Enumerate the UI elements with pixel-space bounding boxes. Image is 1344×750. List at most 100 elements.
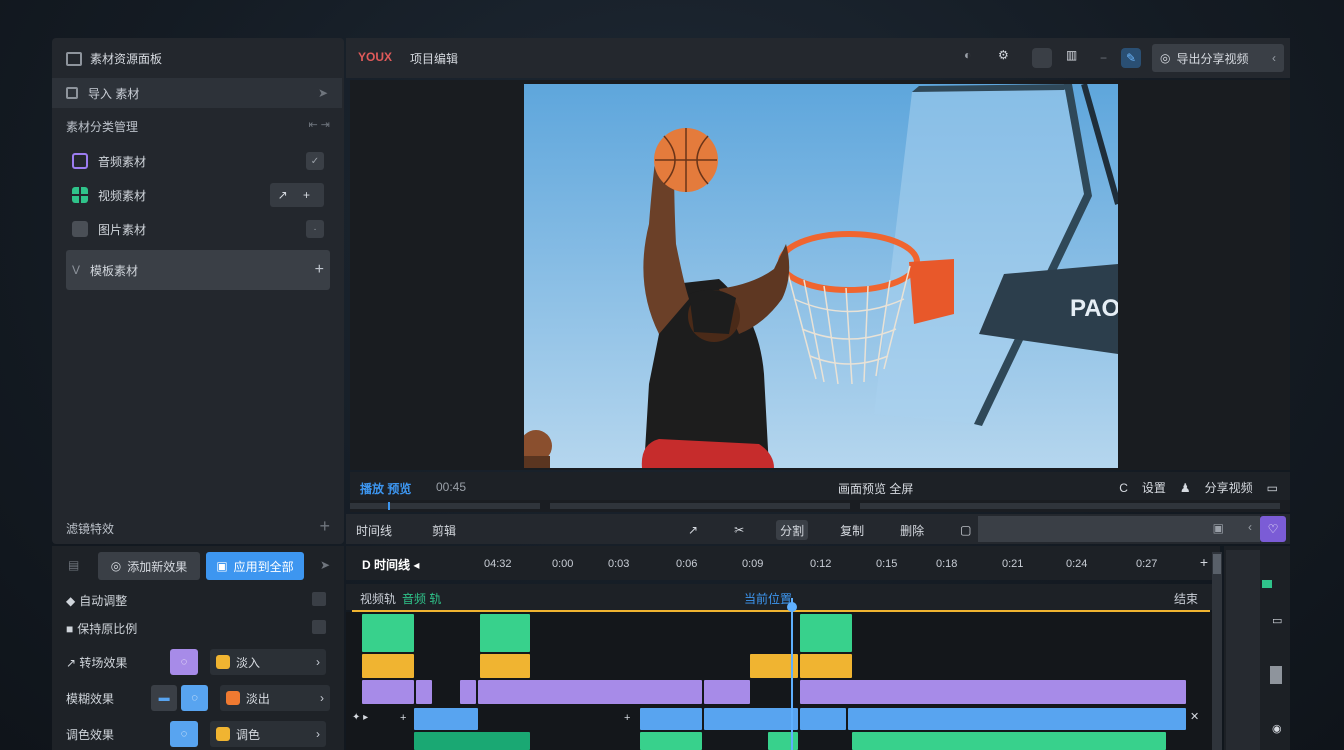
effect-name: 调色效果: [66, 727, 115, 742]
copy-tool[interactable]: 复制: [836, 520, 868, 540]
category-item-image[interactable]: 图片素材 ·: [66, 212, 330, 246]
audio-clip[interactable]: [848, 708, 1186, 730]
scrollbar-thumb[interactable]: [1213, 554, 1221, 574]
category-item-video[interactable]: 视频素材 ↗ +: [66, 178, 330, 212]
share-video-label[interactable]: 分享视频: [1205, 479, 1253, 496]
more-icon[interactable]: ·: [306, 220, 324, 238]
caption-icon[interactable]: ▭: [1267, 481, 1278, 495]
video-clip[interactable]: [480, 614, 530, 652]
image-icon[interactable]: ▣: [1213, 521, 1224, 535]
track-control[interactable]: ✦ ▸: [352, 712, 368, 723]
title-clip[interactable]: [480, 654, 530, 678]
effect-select[interactable]: 淡出 ›: [219, 685, 330, 711]
media-panel-title: 素材资源面板: [90, 52, 163, 66]
timeline-search[interactable]: ▣ ‹: [978, 516, 1260, 542]
video-clip[interactable]: [800, 614, 852, 652]
comment-icon[interactable]: ◐: [964, 48, 984, 68]
preview-image[interactable]: PAO: [524, 84, 1118, 468]
title-clip[interactable]: [800, 654, 852, 678]
audio-clip[interactable]: [640, 708, 702, 730]
plus-icon[interactable]: +: [315, 261, 324, 279]
timeline-scrollbar[interactable]: [1212, 552, 1222, 750]
preview-label[interactable]: 画面预览 全屏: [838, 480, 913, 497]
timeline-label[interactable]: 时间线: [356, 522, 392, 539]
music-clip[interactable]: [414, 732, 530, 750]
redo-tool[interactable]: ↗: [684, 520, 702, 540]
effect-clip[interactable]: [362, 680, 414, 704]
edit-add-buttons[interactable]: ↗ +: [269, 183, 324, 207]
category-item-audio[interactable]: 音频素材 ✓: [66, 144, 330, 178]
music-clip[interactable]: [768, 732, 798, 750]
option-ratio[interactable]: ■ 保持原比例: [66, 620, 137, 637]
chevron-icon: ‹: [1272, 51, 1276, 65]
effect-clip[interactable]: [416, 680, 432, 704]
effect-row-transition[interactable]: ↗ 转场效果 ◌ 淡入 ›: [66, 648, 330, 676]
arrow-icon[interactable]: ➤: [318, 86, 328, 100]
volume-slider[interactable]: [1270, 666, 1282, 684]
panel-icon: ▤: [68, 558, 80, 572]
arrow-icon[interactable]: ➤: [320, 558, 330, 572]
import-tab[interactable]: 导入 素材 ➤: [52, 78, 342, 108]
media-panel-header: 素材资源面板: [66, 50, 162, 67]
section-actions[interactable]: ⇤ ⇥: [309, 118, 331, 131]
effect-clip[interactable]: [800, 680, 1186, 704]
effect-clip[interactable]: [704, 680, 750, 704]
basketball-scene: PAO: [524, 84, 1118, 468]
split-tool[interactable]: 分割: [776, 520, 809, 540]
audio-clip[interactable]: [704, 708, 798, 730]
marker-button[interactable]: ♡: [1260, 516, 1286, 542]
project-title[interactable]: 项目编辑: [410, 50, 458, 67]
time-ruler[interactable]: D 时间线 ◂ 04:32 0:00 0:03 0:06 0:09 0:12 0…: [346, 546, 1220, 580]
add-effect-button[interactable]: ◎ 添加新效果: [98, 552, 200, 580]
audio-clip[interactable]: [800, 708, 846, 730]
playhead-handle[interactable]: [787, 602, 797, 612]
title-clip[interactable]: [362, 654, 414, 678]
user-icon[interactable]: ♟: [1180, 481, 1191, 495]
video-clip[interactable]: [362, 614, 414, 652]
settings-label[interactable]: 设置: [1142, 479, 1166, 496]
option-auto[interactable]: ◆ 自动调整: [66, 592, 127, 609]
scrub-bar[interactable]: [350, 500, 1290, 512]
effect-row-blur[interactable]: 模糊效果 ▬ ◌ 淡出 ›: [66, 684, 330, 712]
audio-clip[interactable]: [414, 708, 478, 730]
solo-icon[interactable]: ◉: [1272, 722, 1282, 735]
music-clip[interactable]: [852, 732, 1166, 750]
delete-tool[interactable]: 删除: [896, 520, 928, 540]
edit-label[interactable]: 剪辑: [432, 522, 456, 539]
export-button[interactable]: ◎ 导出分享视频 ‹: [1152, 44, 1284, 72]
close-icon[interactable]: ✕: [1190, 710, 1199, 723]
cut-tool[interactable]: ✂: [730, 520, 748, 540]
share-icon[interactable]: ✎: [1121, 48, 1142, 68]
effect-swatch[interactable]: ◌: [181, 685, 208, 711]
effect-clip[interactable]: [478, 680, 702, 704]
plus-icon[interactable]: +: [624, 712, 630, 724]
check-icon[interactable]: ✓: [306, 152, 324, 170]
ruler-tick: 0:18: [936, 558, 958, 570]
settings-icon[interactable]: ⚙: [998, 48, 1018, 68]
playhead[interactable]: [791, 598, 793, 750]
play-mode[interactable]: 播放 预览: [360, 480, 411, 497]
effect-swatch[interactable]: ◌: [170, 721, 198, 747]
effect-row-color[interactable]: 调色效果 ◌ 调色 ›: [66, 720, 330, 748]
option-toggle[interactable]: [312, 592, 326, 606]
add-track-icon[interactable]: +: [1200, 554, 1208, 570]
effect-swatch[interactable]: ◌: [170, 649, 198, 675]
category-item-template[interactable]: V 模板素材 +: [66, 250, 330, 290]
option-toggle[interactable]: [312, 620, 326, 634]
columns-icon[interactable]: ▥: [1066, 48, 1086, 68]
effect-select[interactable]: 调色 ›: [210, 721, 326, 747]
effect-clip[interactable]: [460, 680, 476, 704]
audio-icon: [72, 153, 88, 169]
loop-icon[interactable]: C: [1119, 481, 1128, 495]
option-label: 自动调整: [79, 594, 128, 608]
scrub-handle[interactable]: [388, 502, 390, 510]
circle-icon[interactable]: [1032, 48, 1052, 68]
chevron-left-icon[interactable]: ‹: [1248, 520, 1252, 534]
music-clip[interactable]: [640, 732, 702, 750]
crop-tool[interactable]: ▢: [956, 520, 975, 540]
effect-select[interactable]: 淡入 ›: [210, 649, 326, 675]
apply-all-button[interactable]: ▣ 应用到全部: [206, 552, 304, 580]
plus-icon[interactable]: +: [400, 712, 406, 724]
mute-icon[interactable]: ▭: [1272, 614, 1282, 627]
add-filter-icon[interactable]: +: [319, 516, 330, 537]
